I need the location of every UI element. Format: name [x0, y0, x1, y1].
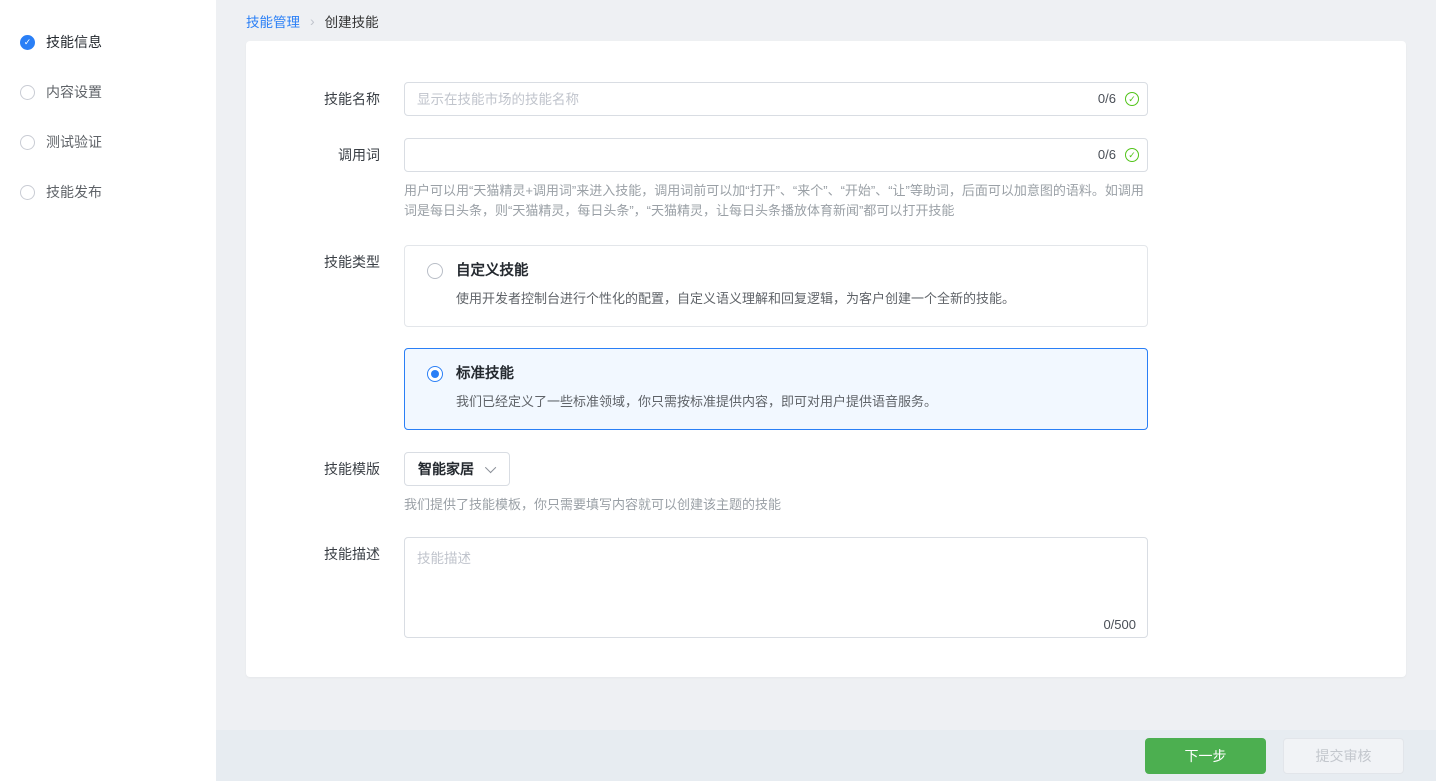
circle-outline-icon [20, 134, 35, 150]
skill-type-option-custom[interactable]: 自定义技能 使用开发者控制台进行个性化的配置，自定义语义理解和回复逻辑，为客户创… [404, 245, 1148, 327]
next-step-button[interactable]: 下一步 [1145, 737, 1266, 774]
skill-template-select[interactable]: 智能家居 [404, 452, 510, 486]
skill-name-label: 技能名称 [324, 91, 380, 107]
sidebar-item-label: 测试验证 [46, 134, 102, 150]
submit-review-button[interactable]: 提交审核 [1283, 737, 1404, 774]
skill-desc-textarea-wrap: 0/500 [404, 537, 1148, 641]
skill-desc-row: 技能描述 0/500 [246, 537, 1406, 641]
main-content: 技能管理 › 创建技能 技能名称 0/6 ✓ [216, 0, 1436, 730]
create-skill-form-card: 技能名称 0/6 ✓ 调用词 0/6 [246, 41, 1406, 677]
success-check-icon: ✓ [1125, 148, 1139, 162]
check-circle-icon: ✓ [20, 34, 35, 50]
main-area: 技能管理 › 创建技能 技能名称 0/6 ✓ [216, 0, 1436, 781]
app-window: ✓ 技能信息 内容设置 测试验证 技能发布 技能管理 › 创建技能 技能名称 显… [0, 0, 1436, 781]
invoke-word-counter: 0/6 [1097, 147, 1116, 162]
skill-name-counter: 0/6 [1097, 91, 1116, 106]
skill-template-help: 我们提供了技能模板，你只需要填写内容就可以创建该主题的技能 [404, 497, 782, 512]
skill-template-label: 技能模版 [324, 461, 380, 477]
footer-actions: 下一步 提交审核 [216, 730, 1436, 781]
skill-template-value: 智能家居 [418, 461, 474, 477]
sidebar-item-label: 技能发布 [46, 184, 102, 200]
sidebar-item-label: 技能信息 [46, 34, 102, 50]
skill-name-input-wrap: 0/6 ✓ [404, 82, 1148, 116]
breadcrumb-separator-icon: › [310, 12, 315, 29]
skill-type-label: 技能类型 [324, 254, 380, 270]
skill-type-option-title: 标准技能 [456, 366, 514, 382]
chevron-down-icon [484, 461, 497, 474]
sidebar-item-skill-info[interactable]: ✓ 技能信息 [0, 17, 216, 67]
circle-outline-icon [20, 184, 35, 200]
skill-type-option-desc: 使用开发者控制台进行个性化的配置，自定义语义理解和回复逻辑，为客户创建一个全新的… [456, 291, 1016, 306]
skill-name-input[interactable] [404, 82, 1148, 116]
steps-sidebar: ✓ 技能信息 内容设置 测试验证 技能发布 [0, 0, 216, 781]
invoke-word-input[interactable] [404, 138, 1148, 172]
invoke-word-input-wrap: 0/6 ✓ [404, 138, 1148, 172]
sidebar-item-skill-publish[interactable]: 技能发布 [0, 167, 216, 217]
breadcrumb-link-skill-management[interactable]: 技能管理 [246, 11, 300, 31]
invoke-word-help: 用户可以用“天猫精灵+调用词”来进入技能，调用词前可以加“打开”、“来个”、“开… [404, 183, 1144, 218]
radio-unchecked-icon[interactable] [427, 263, 443, 279]
breadcrumb-current: 创建技能 [324, 14, 379, 30]
skill-type-row: 技能类型 自定义技能 使用开发者控制台进行个性化的配置，自定义语义理解和回复逻辑… [246, 245, 1406, 430]
skill-desc-label: 技能描述 [324, 546, 380, 562]
skill-desc-counter: 0/500 [1103, 617, 1136, 632]
skill-template-row: 技能模版 智能家居 我们提供了技能模板，你只需要填写内容就可以创建该主题的技能 [246, 452, 1406, 515]
sidebar-item-test-verify[interactable]: 测试验证 [0, 117, 216, 167]
success-check-icon: ✓ [1125, 92, 1139, 106]
skill-type-option-desc: 我们已经定义了一些标准领域，你只需按标准提供内容，即可对用户提供语音服务。 [456, 394, 938, 409]
breadcrumb: 技能管理 › 创建技能 [216, 0, 1436, 41]
sidebar-item-content-settings[interactable]: 内容设置 [0, 67, 216, 117]
skill-name-row: 技能名称 0/6 ✓ [246, 82, 1406, 116]
skill-type-option-title: 自定义技能 [456, 263, 529, 279]
invoke-word-label: 调用词 [338, 147, 380, 163]
skill-type-option-standard[interactable]: 标准技能 我们已经定义了一些标准领域，你只需按标准提供内容，即可对用户提供语音服… [404, 348, 1148, 430]
invoke-word-row: 调用词 0/6 ✓ 用户可以用“天猫精灵+调用词”来进入技能，调用词前可以加“打… [246, 138, 1406, 221]
radio-checked-icon[interactable] [427, 366, 443, 382]
skill-desc-textarea[interactable] [404, 537, 1148, 638]
sidebar-item-label: 内容设置 [46, 84, 102, 100]
circle-outline-icon [20, 84, 35, 100]
